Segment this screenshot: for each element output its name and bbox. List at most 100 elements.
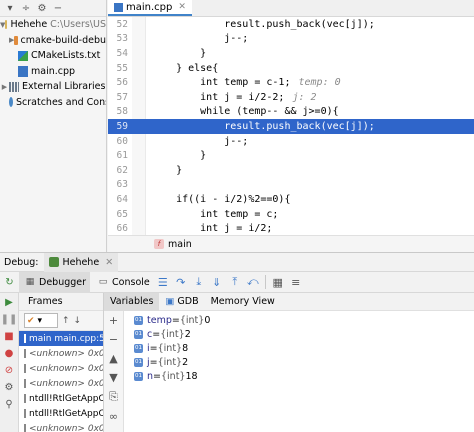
fold-gutter[interactable] xyxy=(132,133,146,149)
code-line[interactable]: 65 int temp = c; xyxy=(108,206,474,222)
collapse-all-icon[interactable]: ÷ xyxy=(20,2,32,14)
show-execution-point-icon[interactable]: ☰ xyxy=(156,275,170,289)
tree-root[interactable]: ▼ Hehehe C:\Users\US xyxy=(0,17,106,33)
stop-icon[interactable]: ■ xyxy=(3,330,15,342)
line-number[interactable]: 58 xyxy=(108,106,132,117)
code-line[interactable]: 58 while (temp-- && j>=0){ xyxy=(108,104,474,120)
line-number[interactable]: 56 xyxy=(108,77,132,88)
line-number[interactable]: 59 xyxy=(108,121,132,132)
code-line[interactable]: 64 if((i - i/2)%2==0){ xyxy=(108,192,474,207)
frame-row[interactable]: <unknown> 0x00 xyxy=(19,421,103,432)
fold-gutter[interactable] xyxy=(132,192,146,207)
code-text[interactable]: j--; xyxy=(146,136,248,147)
code-line[interactable]: 52 result.push_back(vec[j]); xyxy=(108,17,474,32)
add-watch-icon[interactable]: + xyxy=(109,314,118,327)
fold-gutter[interactable] xyxy=(132,104,146,120)
thread-selector[interactable]: ✔ ▾ xyxy=(24,313,58,328)
variable-row[interactable]: 01 i = {int} 8 xyxy=(134,341,210,355)
code-line[interactable]: 62 } xyxy=(108,162,474,178)
fold-gutter[interactable] xyxy=(132,119,146,134)
code-text[interactable]: } xyxy=(146,150,206,161)
code-text[interactable]: int j = i/2; xyxy=(146,223,272,234)
fold-gutter[interactable] xyxy=(132,221,146,236)
fold-gutter[interactable] xyxy=(132,89,146,105)
code-line[interactable]: 59 result.push_back(vec[j]); xyxy=(108,119,474,134)
code-text[interactable]: while (temp-- && j>=0){ xyxy=(146,106,338,117)
console-tab[interactable]: ▭ Console xyxy=(90,272,154,293)
force-step-into-icon[interactable]: ⇓ xyxy=(210,275,224,289)
frame-row[interactable]: ntdll!RtlGetAppCo xyxy=(19,391,103,406)
line-number[interactable]: 52 xyxy=(108,19,132,30)
fold-gutter[interactable] xyxy=(132,31,146,47)
code-text[interactable]: } else{ xyxy=(146,63,218,74)
code-line[interactable]: 61 } xyxy=(108,148,474,163)
code-line[interactable]: 54 } xyxy=(108,46,474,61)
code-line[interactable]: 57 int j = i/2-2; j: 2 xyxy=(108,89,474,105)
remove-watch-icon[interactable]: − xyxy=(109,333,118,346)
variable-row[interactable]: 01 c = {int} 2 xyxy=(134,327,210,341)
close-session-icon[interactable]: ✕ xyxy=(105,257,113,268)
tab-main-cpp[interactable]: main.cpp ✕ xyxy=(108,0,192,16)
code-line[interactable]: 63 xyxy=(108,177,474,193)
line-number[interactable]: 57 xyxy=(108,92,132,103)
rerun-icon[interactable]: ↻ xyxy=(0,276,19,288)
tree-item-cmakelists[interactable]: CMakeLists.txt xyxy=(0,48,106,64)
debug-session-tab[interactable]: Hehehe ✕ xyxy=(44,252,119,272)
code-line[interactable]: 56 int temp = c-1; temp: 0 xyxy=(108,75,474,90)
code-text[interactable]: result.push_back(vec[j]); xyxy=(146,19,375,30)
close-tab-icon[interactable]: ✕ xyxy=(178,2,186,12)
fold-gutter[interactable] xyxy=(132,60,146,76)
code-text[interactable]: int j = i/2-2; xyxy=(146,92,284,103)
fold-gutter[interactable] xyxy=(132,46,146,61)
tab-variables[interactable]: Variables xyxy=(104,292,160,311)
code-text[interactable]: if((i - i/2)%2==0){ xyxy=(146,194,290,205)
frame-row[interactable]: main main.cpp:5 xyxy=(19,331,103,346)
line-number[interactable]: 54 xyxy=(108,48,132,59)
breadcrumb[interactable]: f main xyxy=(108,235,474,252)
variable-row[interactable]: 01 j = {int} 2 xyxy=(134,356,210,370)
code-text[interactable]: } xyxy=(146,165,182,176)
code-line[interactable]: 66 int j = i/2; xyxy=(108,221,474,236)
step-over-icon[interactable]: ↷ xyxy=(174,275,188,289)
fold-gutter[interactable] xyxy=(132,17,146,32)
resume-icon[interactable]: ▶ xyxy=(3,296,15,308)
variable-row[interactable]: 01 temp = {int} 0 xyxy=(134,313,210,327)
line-number[interactable]: 61 xyxy=(108,150,132,161)
debugger-tab[interactable]: ▦ Debugger xyxy=(19,271,91,293)
code-line[interactable]: 55 } else{ xyxy=(108,60,474,76)
code-line[interactable]: 53 j--; xyxy=(108,31,474,47)
settings-gear-icon[interactable]: ⚙ xyxy=(36,2,48,14)
line-number[interactable]: 66 xyxy=(108,223,132,234)
tree-item-cmake-build[interactable]: ▶ cmake-build-debu xyxy=(0,33,106,49)
move-up-icon[interactable]: ▲ xyxy=(109,352,117,365)
code-text[interactable]: } xyxy=(146,48,206,59)
frame-row[interactable]: <unknown> 0x00 xyxy=(19,376,103,391)
code-text[interactable]: j--; xyxy=(146,33,248,44)
evaluate-expression-icon[interactable]: ▦ xyxy=(271,275,285,289)
project-view-menu-icon[interactable]: ▾ xyxy=(4,2,16,14)
view-breakpoints-icon[interactable]: ● xyxy=(3,347,15,359)
hide-panel-icon[interactable]: − xyxy=(52,2,64,14)
step-into-icon[interactable]: ⤓ xyxy=(192,275,206,289)
line-number[interactable]: 55 xyxy=(108,63,132,74)
code-text[interactable]: result.push_back(vec[j]); xyxy=(146,121,375,132)
frame-row[interactable]: <unknown> 0x00 xyxy=(19,361,103,376)
line-number[interactable]: 53 xyxy=(108,33,132,44)
tab-gdb[interactable]: ▣ GDB xyxy=(159,293,204,311)
fold-gutter[interactable] xyxy=(132,177,146,193)
fold-gutter[interactable] xyxy=(132,75,146,90)
frame-row[interactable]: <unknown> 0x00 xyxy=(19,346,103,361)
down-arrow-icon[interactable]: ↓ xyxy=(74,316,82,326)
step-out-icon[interactable]: ⤒ xyxy=(228,275,242,289)
settings-icon[interactable]: ⚙ xyxy=(3,381,15,393)
variable-row[interactable]: 01 n = {int} 18 xyxy=(134,370,210,384)
collapse-arrow-icon[interactable]: ▶ xyxy=(0,83,9,91)
up-arrow-icon[interactable]: ↑ xyxy=(62,316,70,326)
glasses-icon[interactable]: ∞ xyxy=(109,410,118,423)
line-number[interactable]: 62 xyxy=(108,165,132,176)
frame-row[interactable]: ntdll!RtlGetAppCo xyxy=(19,406,103,421)
move-down-icon[interactable]: ▼ xyxy=(109,371,117,384)
fold-gutter[interactable] xyxy=(132,206,146,222)
copy-icon[interactable]: ⎘ xyxy=(109,390,118,404)
tree-item-main-cpp[interactable]: main.cpp xyxy=(0,64,106,80)
